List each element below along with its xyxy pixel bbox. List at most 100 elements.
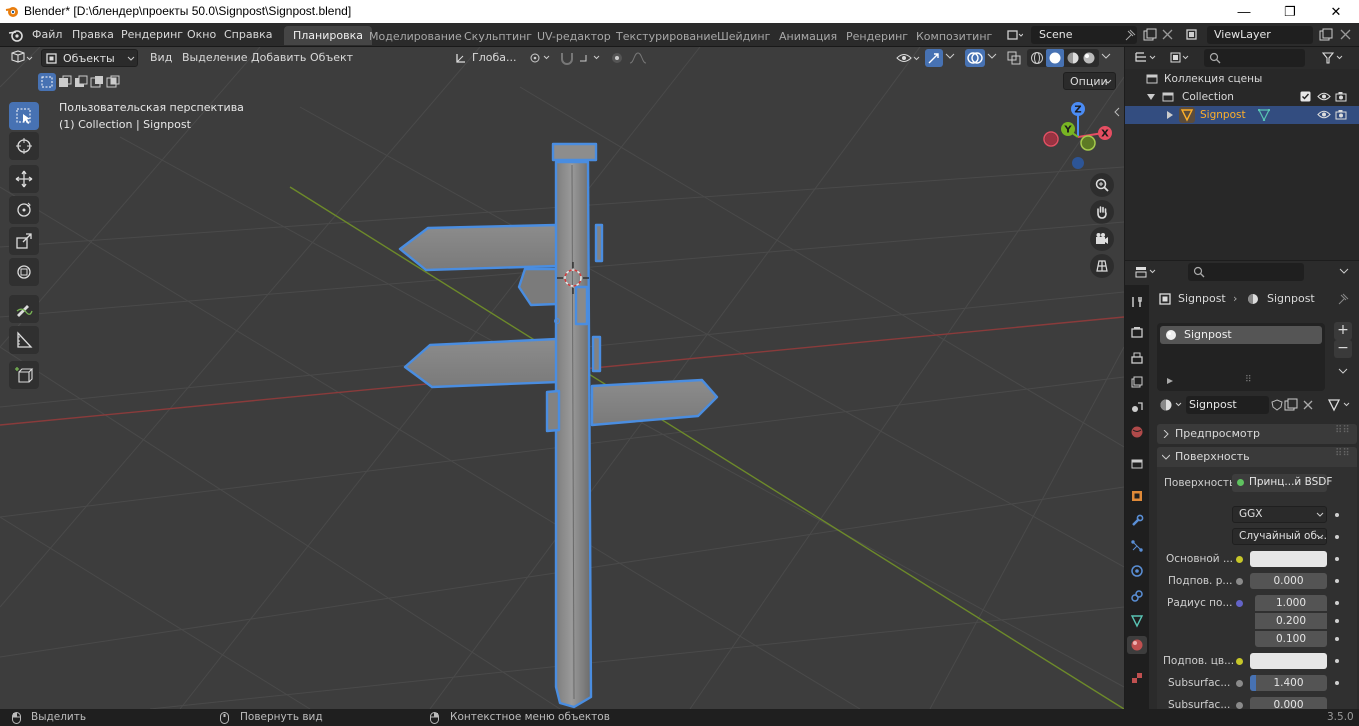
viewport-menu-object[interactable]: Объект bbox=[310, 51, 353, 64]
visibility-icon[interactable] bbox=[895, 50, 921, 66]
distribution-dropdown[interactable]: GGX bbox=[1232, 506, 1327, 523]
falloff-icon[interactable] bbox=[628, 51, 652, 65]
filter-icon[interactable] bbox=[1321, 51, 1347, 65]
viewport-menu-view[interactable]: Вид bbox=[150, 51, 172, 64]
tab-constraints[interactable] bbox=[1128, 587, 1146, 605]
expand-arrow-icon[interactable] bbox=[1147, 94, 1155, 100]
chevron-down-icon[interactable] bbox=[945, 53, 955, 61]
solid-shading-button[interactable] bbox=[1046, 49, 1064, 67]
select-invert-icon[interactable] bbox=[90, 75, 104, 89]
cursor-tool[interactable] bbox=[9, 132, 39, 160]
scene-browse-icon[interactable] bbox=[1005, 26, 1024, 44]
gizmo-toggle-button[interactable] bbox=[925, 49, 943, 67]
menu-edit[interactable]: Правка bbox=[72, 28, 114, 41]
tab-modifiers[interactable] bbox=[1128, 512, 1146, 530]
tab-uv-editing[interactable]: UV-редактор bbox=[537, 30, 611, 43]
3d-viewport[interactable]: Объекты Вид Выделение Добавить Объект Гл… bbox=[0, 47, 1124, 709]
subsurface-anisotropy-field[interactable]: 0.000 bbox=[1250, 697, 1327, 709]
link-target-icon[interactable] bbox=[1327, 397, 1355, 413]
xray-icon[interactable] bbox=[1006, 50, 1022, 66]
delete-view-layer-icon[interactable] bbox=[1340, 29, 1351, 40]
properties-search-input[interactable] bbox=[1188, 263, 1304, 281]
surface-panel-header[interactable]: Поверхность ⠿⠿ bbox=[1157, 447, 1357, 467]
snap-target-icon[interactable] bbox=[578, 51, 604, 65]
rotate-tool[interactable] bbox=[9, 196, 39, 224]
overlays-toggle-button[interactable] bbox=[965, 49, 985, 67]
transform-orientation-dropdown[interactable]: Глоба... bbox=[453, 49, 522, 67]
subsurface-radius-z-field[interactable]: 0.100 bbox=[1255, 631, 1327, 647]
tab-collection[interactable] bbox=[1128, 455, 1146, 473]
delete-scene-icon[interactable] bbox=[1162, 29, 1173, 40]
animate-property-dot[interactable] bbox=[1335, 681, 1339, 685]
tab-physics[interactable] bbox=[1128, 562, 1146, 580]
chevron-down-icon[interactable] bbox=[1101, 53, 1111, 61]
zoom-button[interactable] bbox=[1090, 173, 1114, 197]
scale-tool[interactable] bbox=[9, 227, 39, 255]
resize-grip-icon[interactable]: ⠿ bbox=[1245, 375, 1252, 385]
tab-modeling[interactable]: Моделирование bbox=[369, 30, 462, 43]
rendered-shading-icon[interactable] bbox=[1082, 51, 1096, 65]
minimize-button[interactable]: — bbox=[1221, 0, 1267, 23]
pin-icon[interactable] bbox=[1124, 29, 1136, 41]
tab-object[interactable] bbox=[1128, 487, 1146, 505]
subsurface-field[interactable]: 0.000 bbox=[1250, 573, 1327, 589]
surface-shader-button[interactable]: Принц...й BSDF bbox=[1232, 474, 1332, 492]
mesh-data-icon[interactable] bbox=[1258, 109, 1270, 121]
proportional-edit-icon[interactable] bbox=[610, 51, 624, 65]
vector-socket-icon[interactable] bbox=[1236, 600, 1243, 607]
chevron-down-icon[interactable] bbox=[987, 53, 997, 61]
outliner-row-scene-collection[interactable]: Коллекция сцены bbox=[1125, 70, 1359, 88]
maximize-button[interactable]: ❐ bbox=[1267, 0, 1313, 23]
annotate-tool[interactable] bbox=[9, 295, 39, 323]
subsurface-radius-x-field[interactable]: 1.000 bbox=[1255, 595, 1327, 611]
outliner-editor-type-icon[interactable] bbox=[1134, 51, 1158, 65]
checkbox-icon[interactable] bbox=[1300, 91, 1311, 102]
subsurface-method-dropdown[interactable]: Случайный об... bbox=[1232, 528, 1327, 545]
snap-icon[interactable] bbox=[558, 51, 576, 65]
menu-window[interactable]: Окно bbox=[187, 28, 216, 41]
animate-property-dot[interactable] bbox=[1335, 601, 1339, 605]
material-slot-item[interactable]: Signpost bbox=[1160, 326, 1322, 344]
object-mode-dropdown[interactable]: Объекты bbox=[41, 49, 138, 67]
drag-handle-icon[interactable]: ⠿⠿ bbox=[1335, 425, 1350, 436]
tab-sculpting[interactable]: Скульптинг bbox=[464, 30, 532, 43]
outliner-search-input[interactable] bbox=[1204, 49, 1305, 67]
subsurface-color-swatch[interactable] bbox=[1250, 653, 1327, 669]
animate-property-dot[interactable] bbox=[1335, 557, 1339, 561]
pan-button[interactable] bbox=[1090, 200, 1114, 224]
render-camera-icon[interactable] bbox=[1335, 91, 1347, 102]
projection-toggle-button[interactable] bbox=[1090, 254, 1114, 278]
select-subtract-icon[interactable] bbox=[74, 75, 88, 89]
menu-file[interactable]: Файл bbox=[32, 28, 62, 41]
tab-tool[interactable] bbox=[1128, 293, 1146, 311]
remove-slot-button[interactable]: − bbox=[1334, 340, 1352, 358]
expand-arrow-icon[interactable] bbox=[1167, 111, 1173, 119]
unlink-material-icon[interactable] bbox=[1303, 400, 1313, 410]
float-socket-icon[interactable] bbox=[1236, 702, 1243, 709]
add-cube-tool[interactable] bbox=[9, 361, 39, 389]
navigation-gizmo[interactable]: Z X Y bbox=[1036, 97, 1120, 175]
browse-material-button[interactable] bbox=[1157, 396, 1187, 414]
close-button[interactable]: ✕ bbox=[1313, 0, 1359, 23]
viewport-scene[interactable] bbox=[0, 47, 1124, 709]
animate-property-dot[interactable] bbox=[1335, 619, 1339, 623]
color-socket-icon[interactable] bbox=[1236, 556, 1243, 563]
tab-texture-paint[interactable]: Текстурирование bbox=[616, 30, 717, 43]
new-view-layer-icon[interactable] bbox=[1319, 28, 1333, 42]
tab-material[interactable] bbox=[1127, 636, 1147, 654]
measure-tool[interactable] bbox=[9, 326, 39, 354]
options-dropdown[interactable]: Опции bbox=[1063, 72, 1116, 90]
float-socket-icon[interactable] bbox=[1236, 578, 1243, 585]
editor-type-icon[interactable] bbox=[10, 50, 34, 66]
outliner-row-signpost[interactable]: Signpost bbox=[1125, 106, 1359, 124]
eye-icon[interactable] bbox=[1317, 91, 1331, 102]
float-socket-icon[interactable] bbox=[1236, 680, 1243, 687]
scene-name-field[interactable]: Scene bbox=[1031, 26, 1137, 44]
chevron-down-icon[interactable] bbox=[1338, 368, 1348, 376]
menu-render[interactable]: Рендеринг bbox=[121, 28, 183, 41]
animate-property-dot[interactable] bbox=[1335, 513, 1339, 517]
viewport-menu-select[interactable]: Выделение bbox=[182, 51, 248, 64]
preview-panel-header[interactable]: Предпросмотр ⠿⠿ bbox=[1157, 424, 1357, 444]
tab-render[interactable] bbox=[1128, 323, 1146, 341]
chevron-down-icon[interactable] bbox=[1339, 268, 1349, 276]
